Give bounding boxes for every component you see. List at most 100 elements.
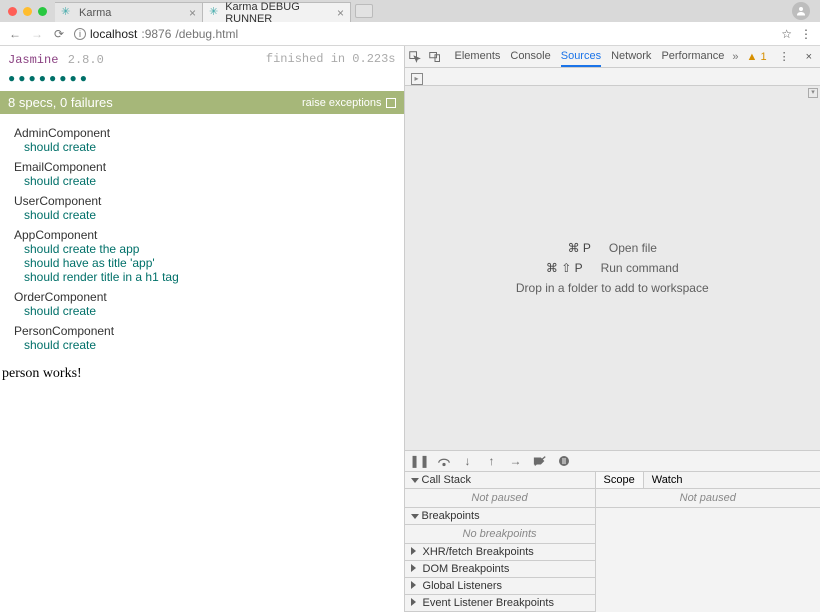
tab-scope[interactable]: Scope — [596, 472, 644, 488]
browser-menu-icon[interactable]: ⋮ — [800, 27, 812, 41]
url-bar: ← → ⟳ i localhost:9876/debug.html ☆ ⋮ — [0, 22, 820, 46]
suite: PersonComponentshould create — [14, 324, 396, 352]
suite: UserComponentshould create — [14, 194, 396, 222]
pause-on-exceptions-icon[interactable] — [557, 454, 571, 468]
window-controls — [0, 7, 55, 16]
forward-icon[interactable]: → — [30, 27, 44, 41]
page-content: Jasmine 2.8.0 finished in 0.223s ●●●●●●●… — [0, 46, 404, 612]
bookmark-icon[interactable]: ☆ — [781, 27, 792, 41]
pass-dot-icon: ● — [18, 71, 28, 85]
url-port: :9876 — [141, 27, 171, 41]
debugger-pane: ❚❚ ↓ ↑ → Call Stack Not paused Breakpoin… — [405, 450, 820, 612]
raise-exceptions-checkbox[interactable] — [386, 98, 396, 108]
pass-dot-icon: ● — [39, 71, 49, 85]
jasmine-name: Jasmine — [8, 53, 58, 67]
suite-name[interactable]: UserComponent — [14, 194, 396, 208]
spec-name[interactable]: should create — [24, 208, 396, 222]
favicon-icon: ✳ — [61, 7, 73, 19]
pass-dot-icon: ● — [70, 71, 80, 85]
breakpoints-body: No breakpoints — [405, 525, 595, 544]
spec-name[interactable]: should have as title 'app' — [24, 256, 396, 270]
spec-name[interactable]: should create — [24, 174, 396, 188]
shortcut-key: ⌘ P — [568, 241, 591, 255]
pass-dot-icon: ● — [49, 71, 59, 85]
raise-exceptions-label: raise exceptions — [302, 97, 382, 109]
favicon-icon: ✳ — [209, 7, 219, 19]
section-dom-breakpoints[interactable]: DOM Breakpoints — [405, 561, 595, 578]
shortcut-key: ⌘ ⇧ P — [546, 261, 583, 275]
pass-dot-icon: ● — [59, 71, 69, 85]
navigator-toggle-icon[interactable]: ▸ — [411, 73, 423, 85]
pass-dot-icon: ● — [29, 71, 39, 85]
devtools-tab-performance[interactable]: Performance — [661, 47, 724, 67]
suite: OrderComponentshould create — [14, 290, 396, 318]
sources-drop-area[interactable]: ▾ ⌘ POpen file ⌘ ⇧ PRun command Drop in … — [405, 86, 820, 450]
url-host: localhost — [90, 27, 137, 41]
tab-title: Karma — [79, 7, 111, 19]
spec-dots: ●●●●●●●● — [0, 71, 404, 91]
browser-tab-karma-debug[interactable]: ✳ Karma DEBUG RUNNER × — [203, 2, 351, 22]
device-toggle-icon[interactable] — [429, 51, 441, 63]
summary-text: 8 specs, 0 failures — [8, 95, 113, 110]
browser-tab-karma[interactable]: ✳ Karma × — [55, 2, 203, 22]
devtools-tab-network[interactable]: Network — [611, 47, 651, 67]
shortcut-label: Open file — [609, 241, 657, 255]
jasmine-version: 2.8.0 — [68, 53, 104, 67]
close-window-icon[interactable] — [8, 7, 17, 16]
suite-name[interactable]: AppComponent — [14, 228, 396, 242]
section-call-stack[interactable]: Call Stack — [405, 472, 595, 489]
section-xhr-breakpoints[interactable]: XHR/fetch Breakpoints — [405, 544, 595, 561]
devtools-tabs: Elements Console Sources Network Performance — [455, 47, 725, 67]
step-over-icon[interactable] — [437, 454, 451, 468]
drawer-toggle-icon[interactable]: ▾ — [808, 88, 818, 98]
inspect-icon[interactable] — [409, 51, 421, 63]
suite-name[interactable]: AdminComponent — [14, 126, 396, 140]
suite: AppComponentshould create the appshould … — [14, 228, 396, 284]
reload-icon[interactable]: ⟳ — [52, 27, 66, 41]
step-icon[interactable]: → — [509, 454, 523, 468]
tab-watch[interactable]: Watch — [644, 472, 691, 488]
pass-dot-icon: ● — [8, 71, 18, 85]
debugger-sections: Call Stack Not paused Breakpoints No bre… — [405, 472, 595, 612]
browser-tab-strip: ✳ Karma × ✳ Karma DEBUG RUNNER × — [0, 0, 820, 22]
jasmine-header: Jasmine 2.8.0 finished in 0.223s — [0, 46, 404, 71]
section-event-listener-breakpoints[interactable]: Event Listener Breakpoints — [405, 595, 595, 612]
profile-avatar-icon[interactable] — [792, 2, 810, 20]
drop-hint: Drop in a folder to add to workspace — [516, 281, 709, 295]
spec-name[interactable]: should create — [24, 304, 396, 318]
spec-name[interactable]: should create — [24, 140, 396, 154]
more-panels-icon[interactable]: » — [732, 51, 738, 63]
tab-title: Karma DEBUG RUNNER — [225, 1, 331, 25]
devtools-close-icon[interactable]: × — [802, 51, 816, 63]
back-icon[interactable]: ← — [8, 27, 22, 41]
minimize-window-icon[interactable] — [23, 7, 32, 16]
summary-bar: 8 specs, 0 failures raise exceptions — [0, 91, 404, 114]
spec-name[interactable]: should render title in a h1 tag — [24, 270, 396, 284]
maximize-window-icon[interactable] — [38, 7, 47, 16]
step-out-icon[interactable]: ↑ — [485, 454, 499, 468]
suite-name[interactable]: EmailComponent — [14, 160, 396, 174]
devtools-menu-icon[interactable]: ⋮ — [775, 50, 794, 63]
scope-body: Not paused — [596, 489, 820, 508]
suite-name[interactable]: OrderComponent — [14, 290, 396, 304]
spec-name[interactable]: should create — [24, 338, 396, 352]
spec-list: AdminComponentshould createEmailComponen… — [0, 114, 404, 362]
devtools-tab-console[interactable]: Console — [510, 47, 550, 67]
new-tab-button[interactable] — [355, 4, 373, 18]
deactivate-breakpoints-icon[interactable] — [533, 454, 547, 468]
pause-icon[interactable]: ❚❚ — [413, 454, 427, 468]
info-icon[interactable]: i — [74, 28, 86, 40]
close-tab-icon[interactable]: × — [337, 6, 344, 20]
devtools-tab-elements[interactable]: Elements — [455, 47, 501, 67]
section-breakpoints[interactable]: Breakpoints — [405, 508, 595, 525]
jasmine-duration: finished in 0.223s — [266, 52, 396, 67]
warnings-badge[interactable]: ▲ 1 — [747, 51, 767, 63]
suite-name[interactable]: PersonComponent — [14, 324, 396, 338]
devtools-tab-sources[interactable]: Sources — [561, 47, 601, 67]
step-into-icon[interactable]: ↓ — [461, 454, 475, 468]
pass-dot-icon: ● — [80, 71, 90, 85]
spec-name[interactable]: should create the app — [24, 242, 396, 256]
section-global-listeners[interactable]: Global Listeners — [405, 578, 595, 595]
address-field[interactable]: i localhost:9876/debug.html — [74, 27, 773, 41]
close-tab-icon[interactable]: × — [189, 6, 196, 20]
